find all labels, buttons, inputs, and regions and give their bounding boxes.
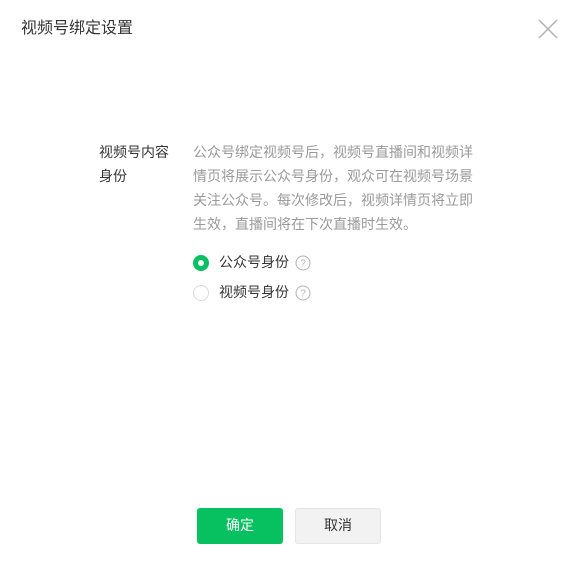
question-circle-icon[interactable]: ? [295, 255, 311, 271]
identity-radio-group: 公众号身份 ? 视频号身份 ? [193, 248, 483, 308]
radio-unchecked-icon[interactable] [193, 285, 209, 301]
radio-option-official-account[interactable]: 公众号身份 ? [193, 248, 483, 278]
cancel-button[interactable]: 取消 [295, 508, 381, 544]
svg-text:?: ? [300, 259, 306, 270]
radio-option-channels[interactable]: 视频号身份 ? [193, 278, 483, 308]
radio-label: 视频号身份 [219, 285, 289, 301]
radio-checked-icon[interactable] [193, 255, 209, 271]
description-text: 公众号绑定视频号后，视频号直播间和视频详情页将展示公众号身份，观众可在视频号场景… [193, 145, 473, 233]
close-icon [537, 18, 559, 40]
dialog-footer: 确定 取消 [0, 508, 578, 544]
svg-text:?: ? [300, 289, 306, 300]
close-button[interactable] [537, 18, 559, 40]
question-circle-icon[interactable]: ? [295, 285, 311, 301]
radio-label: 公众号身份 [219, 255, 289, 271]
confirm-button[interactable]: 确定 [197, 508, 283, 544]
field-content: 公众号绑定视频号后，视频号直播间和视频详情页将展示公众号身份，观众可在视频号场景… [193, 141, 483, 308]
bind-settings-dialog: 视频号绑定设置 视频号内容身份 公众号绑定视频号后，视频号直播间和视频详情页将展… [0, 0, 578, 561]
field-label: 视频号内容身份 [99, 145, 169, 185]
dialog-title: 视频号绑定设置 [21, 18, 134, 37]
